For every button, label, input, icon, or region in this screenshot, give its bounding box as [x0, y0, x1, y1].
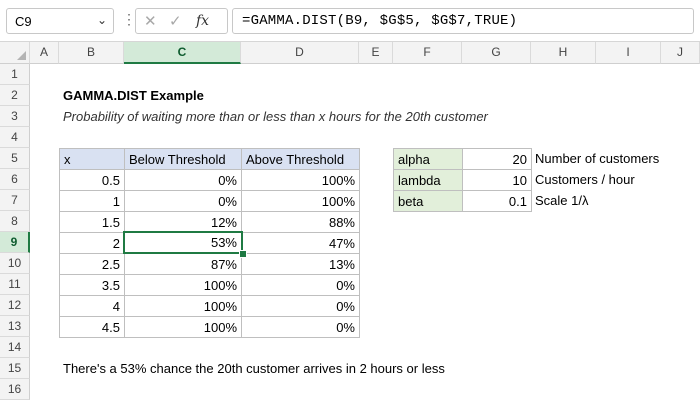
table-cell[interactable]: 47%: [241, 232, 360, 254]
table-cell[interactable]: 1: [59, 190, 125, 212]
table-cell[interactable]: 0%: [241, 274, 360, 296]
table-cell[interactable]: 0%: [124, 190, 242, 212]
table-header-above[interactable]: Above Threshold: [241, 148, 360, 170]
row-header-16[interactable]: 16: [0, 379, 30, 400]
table-cell[interactable]: 88%: [241, 211, 360, 233]
more-options-icon[interactable]: ⋮: [122, 11, 136, 28]
cancel-icon[interactable]: ✕: [144, 12, 157, 30]
chevron-down-icon[interactable]: ⌄: [97, 13, 107, 27]
table-cell[interactable]: 0%: [124, 169, 242, 191]
active-cell-c9[interactable]: 53%: [123, 231, 243, 254]
insert-function-icon[interactable]: fx: [196, 13, 209, 29]
formula-bar: C9 ⌄ ⋮ ✕ ✓ fx =GAMMA.DIST(B9, $G$5, $G$7…: [0, 0, 700, 42]
formula-text: =GAMMA.DIST(B9, $G$5, $G$7,TRUE): [242, 13, 518, 29]
row-header-10[interactable]: 10: [0, 253, 30, 274]
table-cell[interactable]: 1.5: [59, 211, 125, 233]
param-note-lambda[interactable]: Customers / hour: [531, 169, 639, 190]
confirm-icon[interactable]: ✓: [169, 12, 182, 30]
param-value-beta[interactable]: 0.1: [462, 190, 532, 212]
table-cell[interactable]: 3.5: [59, 274, 125, 296]
formula-input[interactable]: =GAMMA.DIST(B9, $G$5, $G$7,TRUE): [232, 8, 694, 34]
column-header-i[interactable]: I: [596, 42, 661, 64]
column-header-f[interactable]: F: [393, 42, 462, 64]
name-box[interactable]: C9 ⌄: [6, 8, 114, 34]
fill-handle[interactable]: [239, 250, 247, 258]
select-all-button[interactable]: [0, 42, 30, 64]
table-cell[interactable]: 4.5: [59, 316, 125, 338]
row-header-8[interactable]: 8: [0, 211, 30, 232]
column-header-g[interactable]: G: [462, 42, 531, 64]
spreadsheet-grid: A B C D E F G H I J 1 2 3 4 5 6 7 8 9 10…: [0, 42, 700, 400]
formula-buttons: ✕ ✓ fx: [135, 8, 228, 34]
row-header-3[interactable]: 3: [0, 106, 30, 127]
row-header-9[interactable]: 9: [0, 232, 30, 253]
param-label-alpha[interactable]: alpha: [393, 148, 463, 170]
table-cell[interactable]: 2: [59, 232, 125, 254]
param-label-lambda[interactable]: lambda: [393, 169, 463, 191]
row-header-2[interactable]: 2: [0, 85, 30, 106]
param-note-alpha[interactable]: Number of customers: [531, 148, 663, 169]
table-cell[interactable]: 4: [59, 295, 125, 317]
param-note-beta[interactable]: Scale 1/λ: [531, 190, 592, 211]
table-cell[interactable]: 100%: [124, 274, 242, 296]
table-cell[interactable]: 100%: [124, 316, 242, 338]
param-label-beta[interactable]: beta: [393, 190, 463, 212]
table-header-x[interactable]: x: [59, 148, 125, 170]
row-header-7[interactable]: 7: [0, 190, 30, 211]
column-header-e[interactable]: E: [359, 42, 393, 64]
table-cell[interactable]: 0%: [241, 295, 360, 317]
column-header-c[interactable]: C: [124, 42, 241, 64]
row-header-14[interactable]: 14: [0, 337, 30, 358]
column-header-b[interactable]: B: [59, 42, 124, 64]
row-header-1[interactable]: 1: [0, 64, 30, 85]
table-cell[interactable]: 100%: [241, 190, 360, 212]
param-value-alpha[interactable]: 20: [462, 148, 532, 170]
table-cell[interactable]: 13%: [241, 253, 360, 275]
column-header-h[interactable]: H: [531, 42, 596, 64]
param-value-lambda[interactable]: 10: [462, 169, 532, 191]
row-header-5[interactable]: 5: [0, 148, 30, 169]
row-header-12[interactable]: 12: [0, 295, 30, 316]
table-header-below[interactable]: Below Threshold: [124, 148, 242, 170]
column-header-d[interactable]: D: [241, 42, 359, 64]
row-header-6[interactable]: 6: [0, 169, 30, 190]
table-cell[interactable]: 2.5: [59, 253, 125, 275]
table-cell[interactable]: 0%: [241, 316, 360, 338]
summary-text[interactable]: There's a 53% chance the 20th customer a…: [59, 358, 449, 379]
table-cell[interactable]: 87%: [124, 253, 242, 275]
column-header-a[interactable]: A: [30, 42, 59, 64]
table-cell[interactable]: 0.5: [59, 169, 125, 191]
row-header-15[interactable]: 15: [0, 358, 30, 379]
column-header-j[interactable]: J: [661, 42, 700, 64]
row-header-13[interactable]: 13: [0, 316, 30, 337]
table-cell[interactable]: 100%: [241, 169, 360, 191]
table-cell[interactable]: 100%: [124, 295, 242, 317]
table-cell[interactable]: 12%: [124, 211, 242, 233]
row-header-11[interactable]: 11: [0, 274, 30, 295]
sheet-title[interactable]: GAMMA.DIST Example: [59, 85, 208, 106]
sheet-subtitle[interactable]: Probability of waiting more than or less…: [59, 106, 492, 127]
name-box-value: C9: [15, 14, 32, 29]
row-header-4[interactable]: 4: [0, 127, 30, 148]
